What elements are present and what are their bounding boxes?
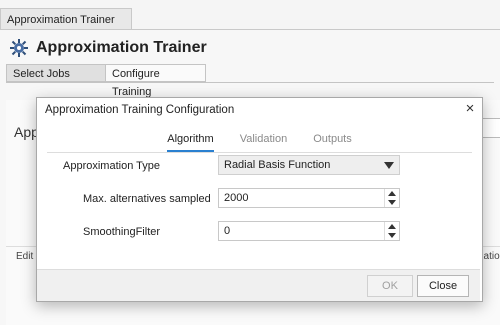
tab-configure-training[interactable]: Configure Training bbox=[106, 64, 206, 98]
job-tab-divider bbox=[6, 82, 494, 83]
max-alternatives-value: 2000 bbox=[224, 192, 249, 204]
approximation-type-label: Approximation Type bbox=[63, 160, 161, 172]
spin-up-icon[interactable] bbox=[388, 224, 396, 229]
smoothing-filter-stepper[interactable]: 0 bbox=[218, 221, 400, 241]
max-alternatives-row: Max. alternatives sampled 2000 bbox=[47, 188, 472, 210]
algorithm-form: Approximation Type Radial Basis Function… bbox=[47, 152, 472, 252]
dialog-footer: OK Close bbox=[37, 269, 480, 301]
approximation-type-select[interactable]: Radial Basis Function bbox=[218, 155, 400, 175]
approximation-type-value: Radial Basis Function bbox=[224, 159, 331, 171]
close-button[interactable]: Close bbox=[417, 275, 469, 297]
editor-tab[interactable]: Approximation Trainer Editor bbox=[0, 8, 132, 48]
max-alternatives-label: Max. alternatives sampled bbox=[83, 193, 211, 205]
background-edit-column: Edit bbox=[16, 251, 34, 262]
smoothing-filter-row: SmoothingFilter 0 bbox=[47, 221, 472, 243]
tab-select-jobs[interactable]: Select Jobs bbox=[6, 64, 106, 82]
tab-validation[interactable]: Validation bbox=[240, 132, 288, 150]
approximation-type-row: Approximation Type Radial Basis Function bbox=[47, 155, 472, 177]
spin-up-icon[interactable] bbox=[388, 191, 396, 196]
dialog-title: Approximation Training Configuration bbox=[45, 104, 235, 116]
spin-down-icon[interactable] bbox=[388, 200, 396, 205]
approximation-trainer-icon bbox=[10, 39, 28, 57]
smoothing-filter-label: SmoothingFilter bbox=[83, 226, 161, 238]
spin-down-icon[interactable] bbox=[388, 233, 396, 238]
smoothing-filter-spinner bbox=[384, 222, 399, 240]
close-icon[interactable]: × bbox=[462, 101, 478, 117]
job-tabs: Select Jobs Configure Training bbox=[6, 64, 206, 98]
max-alternatives-stepper[interactable]: 2000 bbox=[218, 188, 400, 208]
page-title: Approximation Trainer bbox=[36, 39, 207, 56]
ok-button[interactable]: OK bbox=[367, 275, 413, 297]
chevron-down-icon bbox=[384, 162, 394, 169]
approximation-training-configuration-dialog: Approximation Training Configuration × A… bbox=[36, 97, 483, 302]
smoothing-filter-value: 0 bbox=[224, 225, 231, 237]
dialog-tabs: Algorithm Validation Outputs bbox=[37, 132, 482, 152]
tab-algorithm[interactable]: Algorithm bbox=[167, 132, 214, 152]
tab-outputs[interactable]: Outputs bbox=[313, 132, 352, 150]
max-alternatives-spinner bbox=[384, 189, 399, 207]
app-header: Approximation Trainer bbox=[8, 36, 207, 60]
